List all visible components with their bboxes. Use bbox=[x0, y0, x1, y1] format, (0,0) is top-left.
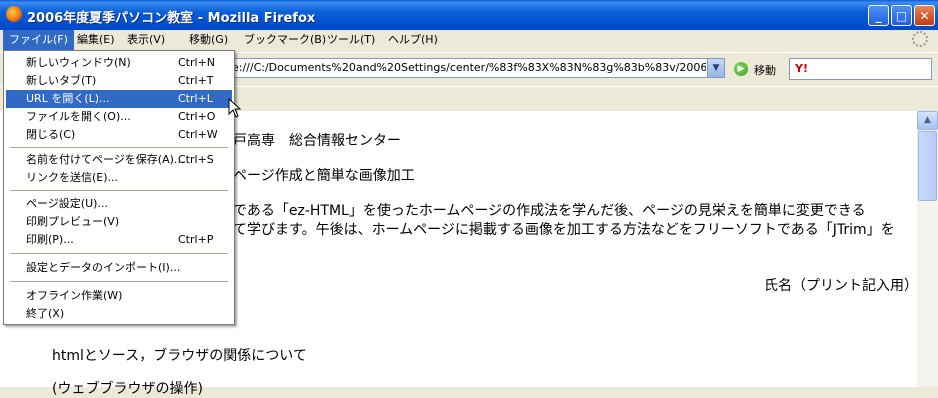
menu-item-new-tab[interactable]: 新しいタブ(T) Ctrl+T bbox=[6, 72, 232, 90]
scrollbar-thumb[interactable] bbox=[918, 131, 937, 201]
go-button[interactable]: 移動 bbox=[754, 62, 776, 78]
menu-edit[interactable]: 編集(E) bbox=[71, 30, 121, 50]
menu-go[interactable]: 移動(G) bbox=[183, 30, 234, 50]
menu-item-shortcut: Ctrl+O bbox=[178, 110, 216, 123]
menu-item-exit[interactable]: 終了(X) bbox=[6, 305, 232, 323]
menu-item-label: 設定とデータのインポート(I)... bbox=[26, 261, 181, 274]
menu-view[interactable]: 表示(V) bbox=[121, 30, 171, 50]
menu-separator bbox=[10, 190, 228, 191]
menu-item-label: 終了(X) bbox=[26, 307, 65, 320]
menu-item-print-preview[interactable]: 印刷プレビュー(V) bbox=[6, 213, 232, 231]
menu-item-open-url[interactable]: URL を開く(L)... Ctrl+L bbox=[6, 90, 232, 108]
menu-item-label: 印刷プレビュー(V) bbox=[26, 215, 120, 228]
menu-separator bbox=[10, 253, 228, 254]
menu-item-new-window[interactable]: 新しいウィンドウ(N) Ctrl+N bbox=[6, 54, 232, 72]
yahoo-search-engine-icon[interactable]: Y! bbox=[795, 62, 808, 75]
paragraph-line-1: である「ez-HTML」を使ったホームページの作成法を学んだ後、ページの見栄えを… bbox=[233, 203, 866, 219]
menu-item-label: 名前を付けてページを保存(A)... bbox=[26, 153, 185, 166]
menu-bookmarks[interactable]: ブックマーク(B) bbox=[238, 30, 332, 50]
menu-item-send-link[interactable]: リンクを送信(E)... bbox=[6, 169, 232, 187]
file-menu-dropdown: 新しいウィンドウ(N) Ctrl+N 新しいタブ(T) Ctrl+T URL を… bbox=[3, 50, 235, 325]
name-label: 氏名（プリント記入用） bbox=[764, 278, 918, 294]
menu-separator bbox=[10, 147, 228, 148]
maximize-button[interactable]: □ bbox=[891, 5, 912, 26]
scroll-up-icon[interactable]: ▲ bbox=[917, 111, 938, 130]
menu-file[interactable]: ファイル(F) bbox=[3, 30, 74, 50]
menu-item-label: ページ設定(U)... bbox=[26, 197, 108, 210]
firefox-icon[interactable] bbox=[6, 6, 22, 22]
menu-item-label: リンクを送信(E)... bbox=[26, 171, 119, 184]
menu-item-page-setup[interactable]: ページ設定(U)... bbox=[6, 195, 232, 213]
menu-tools[interactable]: ツール(T) bbox=[321, 30, 381, 50]
menu-separator bbox=[10, 281, 228, 282]
paragraph-line-2: て学びます。午後は、ホームページに掲載する画像を加工する方法などをフリーソフトで… bbox=[233, 222, 895, 238]
page-subtitle: ページ作成と簡単な画像加工 bbox=[233, 168, 415, 184]
url-dropdown-arrow-icon[interactable]: ▼ bbox=[707, 59, 724, 77]
window-title: 2006年度夏季パソコン教室 - Mozilla Firefox bbox=[27, 11, 316, 26]
menu-item-shortcut: Ctrl+S bbox=[178, 153, 214, 166]
menu-item-import[interactable]: 設定とデータのインポート(I)... bbox=[6, 259, 232, 277]
menu-item-label: 新しいタブ(T) bbox=[26, 74, 97, 87]
section-next-heading: (ウェブブラウザの操作) bbox=[52, 381, 203, 397]
menu-item-shortcut: Ctrl+L bbox=[178, 92, 213, 105]
organization-line: 戸高専 総合情報センター bbox=[233, 133, 401, 149]
throbber-icon bbox=[912, 31, 928, 47]
menu-item-label: URL を開く(L)... bbox=[26, 92, 110, 105]
menu-item-shortcut: Ctrl+W bbox=[178, 128, 218, 141]
menu-item-open-file[interactable]: ファイルを開く(O)... Ctrl+O bbox=[6, 108, 232, 126]
menu-help[interactable]: ヘルプ(H) bbox=[382, 30, 444, 50]
title-bar[interactable]: 2006年度夏季パソコン教室 - Mozilla Firefox _ □ ✕ bbox=[0, 0, 938, 30]
search-input[interactable] bbox=[789, 58, 932, 80]
section-heading: htmlとソース，ブラウザの関係について bbox=[52, 348, 307, 364]
menu-item-close[interactable]: 閉じる(C) Ctrl+W bbox=[6, 126, 232, 144]
menu-item-print[interactable]: 印刷(P)... Ctrl+P bbox=[6, 231, 232, 249]
close-button[interactable]: ✕ bbox=[914, 5, 935, 26]
url-text: e:///C:/Documents%20and%20Settings/cente… bbox=[232, 61, 706, 74]
menu-item-shortcut: Ctrl+N bbox=[178, 56, 216, 69]
go-arrow-icon[interactable]: ▶ bbox=[734, 62, 748, 76]
menu-item-shortcut: Ctrl+P bbox=[178, 233, 214, 246]
menu-bar: ファイル(F) 編集(E) 表示(V) 移動(G) ブックマーク(B) ツール(… bbox=[0, 30, 938, 50]
menu-item-label: ファイルを開く(O)... bbox=[26, 110, 131, 123]
menu-item-label: 印刷(P)... bbox=[26, 233, 74, 246]
mouse-pointer-icon bbox=[228, 98, 242, 118]
minimize-button[interactable]: _ bbox=[868, 5, 889, 26]
menu-item-label: オフライン作業(W) bbox=[26, 289, 123, 302]
menu-item-save-page-as[interactable]: 名前を付けてページを保存(A)... Ctrl+S bbox=[6, 151, 232, 169]
menu-item-label: 閉じる(C) bbox=[26, 128, 76, 141]
menu-item-shortcut: Ctrl+T bbox=[178, 74, 214, 87]
menu-item-work-offline[interactable]: オフライン作業(W) bbox=[6, 287, 232, 305]
menu-item-label: 新しいウィンドウ(N) bbox=[26, 56, 131, 69]
